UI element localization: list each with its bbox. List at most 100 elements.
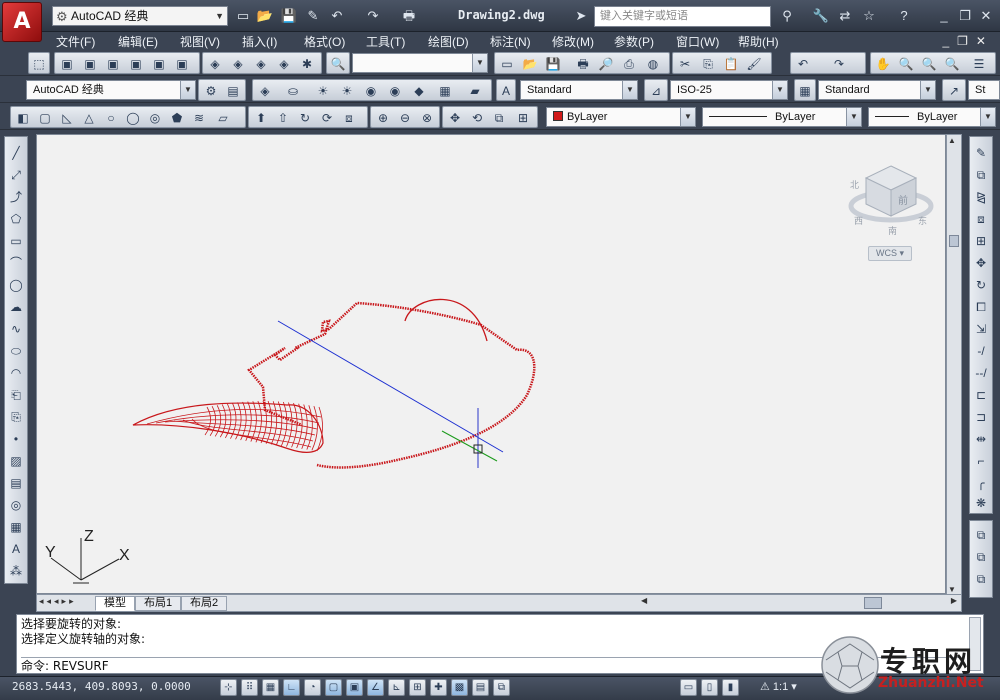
ortho-mode-icon[interactable]: ∟ (283, 679, 300, 696)
dim-style-dropdown[interactable]: ISO-25 ▼ (670, 80, 788, 100)
menu-parametric[interactable]: 参数(P) (614, 33, 654, 50)
cube-view-icon[interactable]: ▣ (128, 56, 144, 72)
line-icon[interactable]: ╱ (8, 145, 24, 161)
grid-display-icon[interactable]: ▦ (262, 679, 279, 696)
quick-view-drawings-icon[interactable]: ▮ (722, 679, 739, 696)
selection-cycling-icon[interactable]: ⧉ (493, 679, 510, 696)
camera-icon[interactable]: ✱ (299, 56, 315, 72)
drawing-canvas[interactable]: Z Y X (37, 135, 947, 595)
cube-view-icon[interactable]: ▣ (82, 56, 98, 72)
multiline-text-icon[interactable]: A (8, 541, 24, 557)
viewcube-west[interactable]: 西 (854, 216, 863, 227)
new-icon[interactable]: ▭ (499, 56, 515, 72)
redo-icon[interactable]: ↷ (364, 7, 382, 25)
quick-properties-icon[interactable]: ▤ (472, 679, 489, 696)
multileader-style-icon[interactable]: ↗ (946, 83, 962, 99)
render-icon[interactable]: ▰ (467, 83, 483, 99)
new-icon[interactable]: ▭ (234, 7, 252, 25)
viewcube-east[interactable]: 东 (918, 215, 927, 227)
wrench-icon[interactable]: 🔧 (812, 7, 830, 25)
helix-icon[interactable]: ≋ (191, 110, 207, 126)
horizontal-scroll-thumb[interactable] (864, 597, 882, 609)
dimension-style-icon[interactable]: ⊿ (648, 83, 664, 99)
help-icon[interactable]: ? (895, 7, 913, 25)
menu-window[interactable]: 窗口(W) (676, 33, 719, 50)
open-icon[interactable]: 📂 (256, 7, 274, 25)
horizontal-scrollbar[interactable]: ◀ ▶ (637, 595, 961, 611)
zoom-icon[interactable]: 🔍 (330, 56, 346, 72)
viewcube[interactable]: 前 北 西 东 南 (846, 158, 936, 258)
zoom-window-icon[interactable]: 🔍 (921, 56, 937, 72)
revolve-icon[interactable]: ⟳ (319, 110, 335, 126)
3d-dwf-icon[interactable]: ◍ (645, 56, 661, 72)
tab-layout1[interactable]: 布局1 (135, 596, 182, 611)
search-input[interactable]: 键入关键字或短语 (594, 6, 771, 27)
model-space-icon[interactable]: ▭ (680, 679, 697, 696)
subtract-icon[interactable]: ⊖ (397, 110, 413, 126)
workspace-dropdown[interactable]: AutoCAD 经典 ▼ (26, 80, 196, 100)
rotate-icon[interactable]: ↻ (973, 277, 989, 293)
undo-icon[interactable]: ↶ (795, 56, 811, 72)
coordinate-readout[interactable]: 2683.5443, 409.8093, 0.0000 (12, 680, 191, 693)
table-style-dropdown[interactable]: Standard ▼ (818, 80, 936, 100)
cut-icon[interactable]: ✂ (677, 56, 693, 72)
scroll-left-icon[interactable]: ◀ (641, 596, 647, 605)
menu-edit[interactable]: 编辑(E) (118, 33, 158, 50)
infer-constraints-icon[interactable]: ⊹ (220, 679, 237, 696)
light-icon[interactable]: ☀ (315, 83, 331, 99)
properties-icon[interactable]: ☰ (971, 56, 987, 72)
text-style-icon[interactable]: A (498, 83, 514, 99)
preview-icon[interactable]: 🔎 (598, 56, 614, 72)
object-snap-icon[interactable]: ▢ (325, 679, 342, 696)
tab-nav-icons[interactable]: ◂◂◂▸▸ (39, 596, 77, 607)
polygon-icon[interactable]: ⬠ (8, 211, 24, 227)
move-icon[interactable]: ✥ (973, 255, 989, 271)
exchange-icon[interactable]: ⇄ (836, 7, 854, 25)
redo-icon[interactable]: ↷ (831, 56, 847, 72)
iso-view-icon[interactable]: ◈ (207, 56, 223, 72)
make-block-icon[interactable]: ⎘ (8, 409, 24, 425)
loft-icon[interactable]: ⧈ (341, 110, 357, 126)
gradient-icon[interactable]: ▤ (8, 475, 24, 491)
plot-icon[interactable]: 🖶 (575, 56, 591, 72)
arc-icon[interactable]: ⌒ (8, 255, 24, 271)
union-icon[interactable]: ⊕ (375, 110, 391, 126)
cube-view-icon[interactable]: ▣ (59, 56, 75, 72)
materials-icon[interactable]: ◉ (363, 83, 379, 99)
break-icon[interactable]: ⊐ (973, 409, 989, 425)
binoculars-icon[interactable]: ⚲ (778, 7, 796, 25)
dynamic-ucs-icon[interactable]: ⊾ (388, 679, 405, 696)
iso-view-icon[interactable]: ◈ (230, 56, 246, 72)
teapot-icon[interactable]: ⛀ (285, 83, 301, 99)
restore-icon[interactable]: ❐ (956, 7, 974, 25)
mapping-icon[interactable]: ◆ (411, 83, 427, 99)
zoom-previous-icon[interactable]: 🔍 (944, 56, 960, 72)
polysolid-icon[interactable]: ◧ (15, 110, 31, 126)
cube-view-icon[interactable]: ▣ (174, 56, 190, 72)
send-to-back-icon[interactable]: ⧉ (973, 549, 989, 565)
scroll-down-icon[interactable]: ▼ (948, 585, 956, 594)
transparency-icon[interactable]: ▩ (451, 679, 468, 696)
table-style-icon[interactable]: ▦ (797, 83, 813, 99)
wedge-icon[interactable]: ◺ (59, 110, 75, 126)
join-icon[interactable]: ⇹ (973, 431, 989, 447)
menu-modify[interactable]: 修改(M) (552, 33, 594, 50)
wcs-menu[interactable]: WCS ▾ (868, 246, 912, 261)
saveas-icon[interactable]: ✎ (304, 7, 322, 25)
annotation-scale[interactable]: ⚠ 1:1 ▾ (760, 680, 797, 693)
dynamic-input-icon[interactable]: ⊞ (409, 679, 426, 696)
view-dropdown[interactable]: ▼ (352, 53, 488, 73)
3d-array-icon[interactable]: ⊞ (515, 110, 531, 126)
cylinder-icon[interactable]: ◯ (125, 110, 141, 126)
tab-model[interactable]: 模型 (95, 596, 135, 611)
drawing-viewport[interactable]: Z Y X (36, 134, 946, 594)
copy-icon[interactable]: ⎘ (700, 56, 716, 72)
undo-icon[interactable]: ↶ (328, 7, 346, 25)
light-icon[interactable]: ☀ (339, 83, 355, 99)
star-icon[interactable]: ☆ (860, 7, 878, 25)
3d-object-snap-icon[interactable]: ▣ (346, 679, 363, 696)
object-snap-tracking-icon[interactable]: ∠ (367, 679, 384, 696)
iso-view-icon[interactable]: ◈ (276, 56, 292, 72)
minimize-icon[interactable]: _ (935, 7, 953, 25)
intersect-icon[interactable]: ⊗ (419, 110, 435, 126)
